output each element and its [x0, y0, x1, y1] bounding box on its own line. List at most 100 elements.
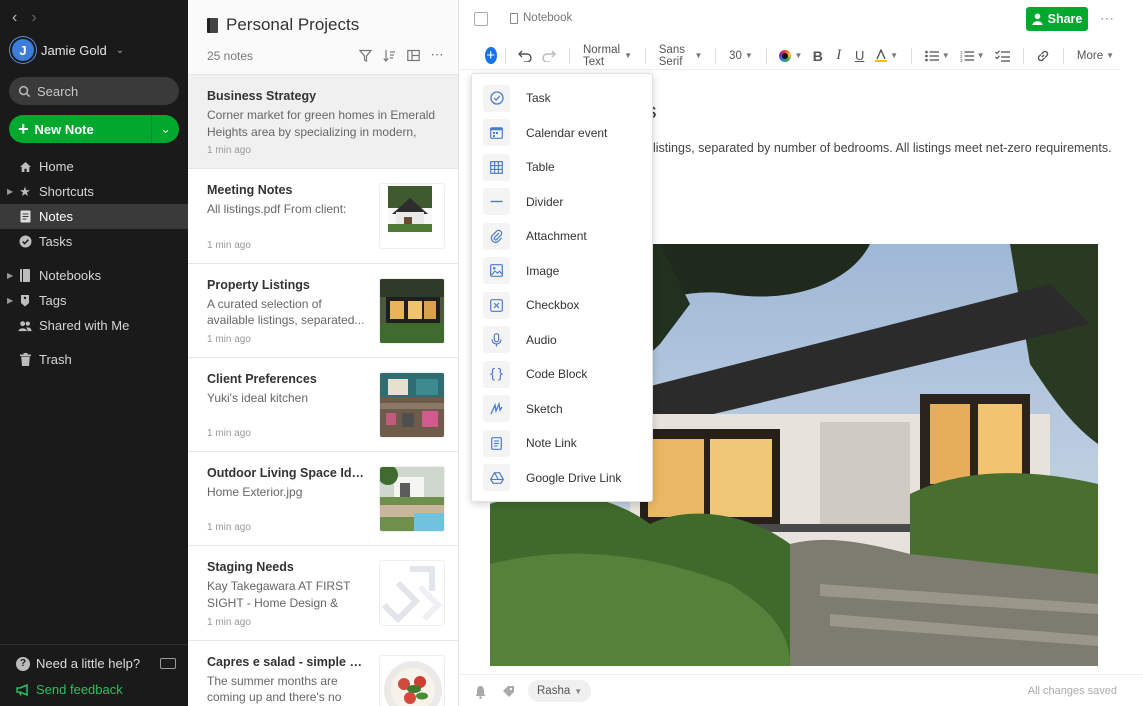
- view-options-icon[interactable]: [406, 48, 420, 62]
- insert-code-block[interactable]: {} Code Block: [472, 357, 652, 392]
- insert-image[interactable]: Image: [472, 254, 652, 289]
- image-icon: [483, 257, 510, 285]
- insert-task[interactable]: Task: [472, 81, 652, 116]
- filter-icon[interactable]: [358, 48, 372, 62]
- font-family-dropdown[interactable]: Sans Serif ▼: [659, 44, 703, 68]
- search-input[interactable]: Search: [9, 77, 179, 105]
- note-card-title: Staging Needs: [207, 560, 294, 575]
- plus-icon: +: [18, 119, 29, 139]
- share-button[interactable]: Share: [1026, 7, 1088, 31]
- insert-divider[interactable]: Divider: [472, 185, 652, 220]
- notebook-breadcrumb[interactable]: Notebook: [510, 12, 572, 24]
- sort-icon[interactable]: [382, 48, 396, 62]
- link-icon[interactable]: [1036, 48, 1050, 64]
- add-tag-icon[interactable]: [501, 684, 516, 699]
- checklist-icon[interactable]: [994, 48, 1010, 64]
- menu-item-label: Divider: [526, 194, 564, 209]
- note-list-tools: ⋯: [358, 47, 444, 62]
- more-options-icon[interactable]: ⋯: [430, 47, 444, 62]
- underline-icon[interactable]: U: [854, 48, 865, 64]
- insert-checkbox[interactable]: Checkbox: [472, 288, 652, 323]
- font-size-dropdown[interactable]: 30 ▼: [729, 50, 753, 62]
- sidebar-item-notebooks[interactable]: ▶ Notebooks: [0, 263, 188, 288]
- insert-google-drive-link[interactable]: Google Drive Link: [472, 461, 652, 496]
- more-formatting-dropdown[interactable]: More ▼: [1077, 50, 1114, 62]
- highlight-dropdown[interactable]: ▼: [875, 49, 898, 62]
- note-card[interactable]: Capres e salad - simple and... The summe…: [188, 640, 458, 706]
- note-card[interactable]: Outdoor Living Space Ideas Home Exterior…: [188, 452, 458, 547]
- notebook-icon: [207, 17, 218, 33]
- note-thumbnail: [379, 371, 445, 438]
- sidebar-item-notes[interactable]: Notes: [0, 204, 188, 229]
- text-color-dropdown[interactable]: ▼: [779, 49, 802, 62]
- numbered-list-dropdown[interactable]: 1 2 3 ▼: [960, 50, 985, 62]
- reminder-bell-icon[interactable]: [473, 684, 488, 699]
- calendar-icon: [483, 119, 510, 147]
- note-link-icon: [483, 429, 510, 457]
- note-body-text[interactable]: listings, separated by number of bedroom…: [653, 141, 1112, 155]
- redo-icon[interactable]: [542, 48, 557, 64]
- expand-triangle-icon[interactable]: ▶: [7, 271, 13, 280]
- note-list-header: Personal Projects 25 notes ⋯: [188, 0, 458, 75]
- italic-icon[interactable]: I: [833, 47, 844, 64]
- insert-sketch[interactable]: Sketch: [472, 392, 652, 427]
- expand-icon[interactable]: [474, 12, 488, 26]
- note-card-snippet: A curated selection of available listing…: [207, 296, 365, 328]
- account-switcher[interactable]: J Jamie Gold ⌄: [12, 39, 124, 61]
- bullet-list-dropdown[interactable]: ▼: [924, 50, 950, 62]
- forward-arrow-icon[interactable]: ›: [31, 10, 36, 26]
- avatar: J: [12, 39, 34, 61]
- note-card[interactable]: Client Preferences Yuki's ideal kitchen …: [188, 357, 458, 453]
- note-thumbnail: [379, 466, 445, 533]
- sidebar-item-home[interactable]: Home: [0, 154, 188, 179]
- expand-triangle-icon[interactable]: ▶: [7, 296, 13, 305]
- chevron-down-icon: ▼: [890, 51, 899, 60]
- insert-menu: Task Calendar event Table Divider Attach…: [471, 73, 653, 502]
- back-arrow-icon[interactable]: ‹: [12, 10, 17, 26]
- sidebar-item-tasks[interactable]: Tasks: [0, 229, 188, 254]
- note-thumbnail: [379, 654, 445, 706]
- send-feedback-link[interactable]: Send feedback: [16, 682, 123, 697]
- more-label: More: [1076, 49, 1104, 62]
- divider-icon: [483, 188, 510, 216]
- note-card-snippet: Kay Takegawara AT FIRST SIGHT - Home Des…: [207, 579, 351, 610]
- paragraph-style-dropdown[interactable]: Normal Text ▼: [583, 44, 632, 68]
- menu-item-label: Image: [526, 263, 560, 278]
- note-thumbnail: [379, 560, 445, 627]
- help-link[interactable]: ? Need a little help?: [16, 656, 176, 671]
- bold-icon[interactable]: B: [812, 48, 823, 64]
- new-note-button[interactable]: + New Note ⌄: [9, 115, 179, 143]
- note-card-time: 1 min ago: [207, 239, 251, 251]
- menu-item-label: Code Block: [526, 367, 588, 382]
- insert-attachment[interactable]: Attachment: [472, 219, 652, 254]
- sidebar-item-label: Shared with Me: [39, 318, 130, 333]
- insert-table[interactable]: Table: [472, 150, 652, 185]
- tag-chip[interactable]: Rasha ▼: [528, 680, 592, 702]
- bullet-list-icon: [924, 50, 939, 61]
- insert-plus-button[interactable]: +: [485, 47, 497, 64]
- note-card[interactable]: Property Listings A curated selection of…: [188, 263, 458, 358]
- chevron-down-icon: ▼: [694, 51, 703, 60]
- insert-calendar-event[interactable]: Calendar event: [472, 116, 652, 151]
- note-card[interactable]: Staging Needs Kay Takegawara AT FIRST SI…: [188, 546, 458, 641]
- search-icon: [18, 85, 31, 97]
- sidebar-item-tags[interactable]: ▶ Tags: [0, 288, 188, 313]
- note-card[interactable]: Business Strategy Corner market for gree…: [188, 75, 458, 170]
- keyboard-icon[interactable]: [160, 658, 176, 669]
- undo-icon[interactable]: [518, 48, 532, 64]
- insert-note-link[interactable]: Note Link: [472, 426, 652, 461]
- sidebar-item-shared[interactable]: Shared with Me: [0, 313, 188, 338]
- new-note-dropdown[interactable]: ⌄: [151, 115, 179, 143]
- microphone-icon: [483, 326, 510, 354]
- sidebar-item-label: Trash: [39, 352, 72, 367]
- note-count: 25 notes: [207, 49, 254, 63]
- more-actions-icon[interactable]: ⋯: [1100, 10, 1115, 27]
- expand-triangle-icon[interactable]: ▶: [7, 187, 13, 196]
- sidebar-item-shortcuts[interactable]: ▶ ★ Shortcuts: [0, 179, 188, 204]
- note-card[interactable]: Meeting Notes All listings.pdf From clie…: [188, 169, 458, 264]
- sidebar-item-trash[interactable]: Trash: [0, 347, 188, 372]
- new-note-main[interactable]: + New Note: [9, 119, 151, 139]
- font-size-label: 30: [729, 49, 742, 62]
- insert-audio[interactable]: Audio: [472, 323, 652, 358]
- note-thumbnail: [379, 277, 445, 344]
